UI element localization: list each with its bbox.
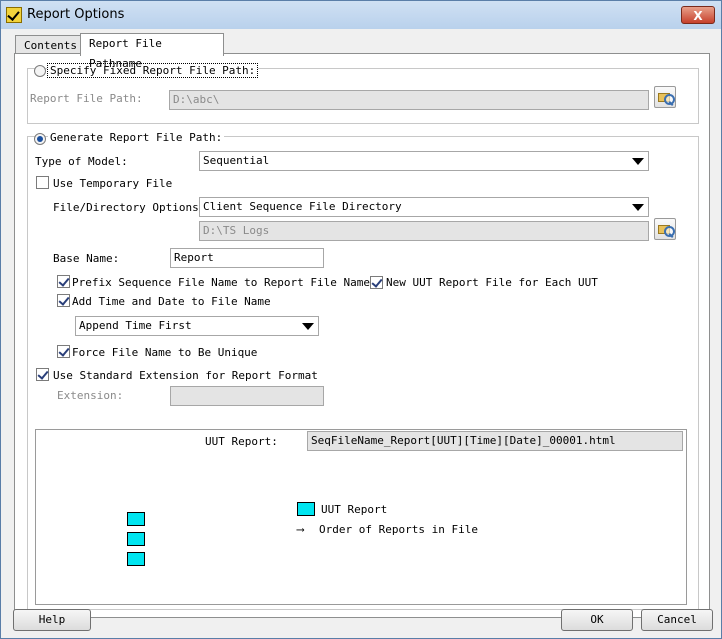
force-unique-checkbox[interactable] (57, 345, 70, 358)
prefix-sequence-file-name-checkbox[interactable] (57, 275, 70, 288)
help-button[interactable]: Help (13, 609, 91, 631)
uut-report-legend-label: UUT Report (321, 503, 388, 516)
type-of-model-label: Type of Model: (35, 155, 128, 168)
file-directory-options-select[interactable]: Client Sequence File Directory (199, 197, 649, 217)
report-block-1 (127, 512, 145, 526)
use-temporary-file-checkbox[interactable] (36, 176, 49, 189)
use-temporary-file-label[interactable]: Use Temporary File (53, 177, 172, 190)
order-legend-label: Order of Reports in File (319, 523, 478, 536)
prefix-sequence-file-name-label[interactable]: Prefix Sequence File Name to Report File… (72, 276, 370, 289)
add-time-date-label[interactable]: Add Time and Date to File Name (72, 295, 271, 308)
file-directory-options-label: File/Directory Options: (53, 201, 206, 214)
chevron-down-icon (302, 323, 314, 330)
cancel-button[interactable]: Cancel (641, 609, 713, 631)
app-check-icon (6, 7, 22, 23)
uut-report-label: UUT Report: (205, 435, 278, 448)
tab-panel: Specify Fixed Report File Path: Report F… (14, 53, 710, 618)
report-block-3 (127, 552, 145, 566)
fixed-path-radio[interactable] (34, 65, 46, 77)
ok-button[interactable]: OK (561, 609, 633, 631)
report-options-window: Report Options X Contents Report File Pa… (0, 0, 722, 639)
extension-field[interactable] (170, 386, 324, 406)
new-uut-report-file-label[interactable]: New UUT Report File for Each UUT (386, 276, 598, 289)
use-standard-extension-checkbox[interactable] (36, 368, 49, 381)
time-order-select[interactable]: Append Time First (75, 316, 319, 336)
chevron-down-icon (632, 204, 644, 211)
file-directory-options-value: Client Sequence File Directory (203, 200, 402, 213)
report-block-2 (127, 532, 145, 546)
uut-report-legend-swatch (297, 502, 315, 516)
use-standard-extension-label[interactable]: Use Standard Extension for Report Format (53, 369, 318, 382)
force-unique-label[interactable]: Force File Name to Be Unique (72, 346, 257, 359)
directory-path-field[interactable]: D:\TS Logs (199, 221, 649, 241)
uut-report-value: SeqFileName_Report[UUT][Time][Date]_0000… (307, 431, 683, 451)
tab-contents[interactable]: Contents (15, 35, 81, 55)
dialog-client: Contents Report File Pathname Specify Fi… (1, 29, 721, 638)
window-title: Report Options (27, 7, 125, 22)
report-file-path-label: Report File Path: (30, 92, 143, 105)
type-of-model-value: Sequential (203, 154, 270, 167)
base-name-label: Base Name: (53, 252, 120, 265)
chevron-down-icon (632, 158, 644, 165)
title-bar: Report Options X (1, 1, 721, 29)
close-button[interactable]: X (681, 6, 715, 24)
order-arrow-icon: ⟶ (297, 523, 304, 536)
extension-label: Extension: (57, 389, 124, 402)
fixed-path-radio-label[interactable]: Specify Fixed Report File Path: (47, 63, 259, 78)
base-name-input[interactable]: Report (170, 248, 324, 268)
tab-report-file-pathname[interactable]: Report File Pathname (80, 33, 224, 70)
new-uut-report-file-checkbox[interactable] (370, 276, 383, 289)
report-file-path-field[interactable]: D:\abc\ (169, 90, 649, 110)
browse-fixed-path-button[interactable] (654, 86, 676, 108)
time-order-value: Append Time First (79, 319, 192, 332)
type-of-model-select[interactable]: Sequential (199, 151, 649, 171)
add-time-date-checkbox[interactable] (57, 294, 70, 307)
generate-path-radio[interactable] (34, 133, 46, 145)
generate-path-radio-label[interactable]: Generate Report File Path: (48, 131, 225, 144)
browse-directory-button[interactable] (654, 218, 676, 240)
